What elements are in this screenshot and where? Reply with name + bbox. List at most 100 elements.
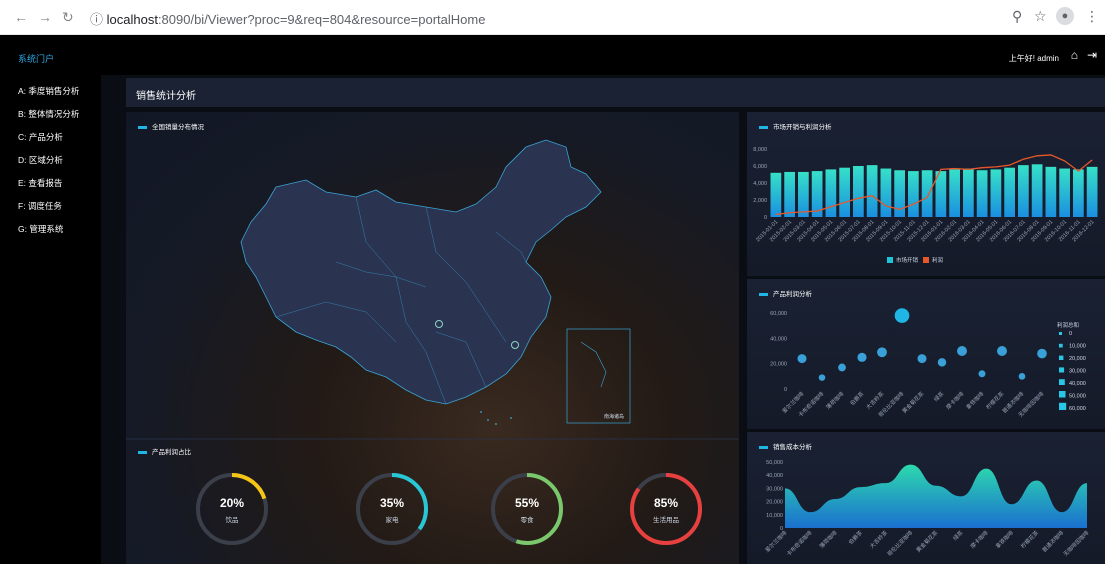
- profit-chart: 60,00040,00020,0000爱尔兰咖啡卡布奇诺咖啡 薄荷咖啡 伯爵茶 大吉岭…: [770, 308, 1086, 419]
- y-tick-label: 0: [764, 215, 767, 221]
- bubble-legend-label: 10,000: [1069, 344, 1086, 350]
- bar-market[interactable]: [770, 172, 782, 217]
- bubble-legend-swatch: [1059, 367, 1065, 373]
- sidebar-item-region[interactable]: D: 区域分析: [18, 154, 63, 166]
- bubble-point[interactable]: [894, 308, 910, 323]
- sidebar-item-quarterly-sales[interactable]: A: 季度销售分析: [18, 85, 79, 97]
- bar-market[interactable]: [839, 167, 850, 217]
- profile-icon[interactable]: ●: [1056, 7, 1074, 25]
- bar-market[interactable]: [1086, 166, 1098, 217]
- x-tick-label: 黄金菊花茶: [914, 528, 939, 553]
- bubble-point[interactable]: [997, 346, 1007, 356]
- sidebar-item-product[interactable]: C: 产品分析: [18, 131, 63, 143]
- donut-daily-pct: 85%: [654, 496, 678, 510]
- legend-label-market: 市场开销: [896, 256, 919, 264]
- bar-market[interactable]: [963, 168, 974, 217]
- x-tick-label: 绿茶: [951, 528, 965, 542]
- greeting-text: 上午好! admin: [1008, 54, 1059, 63]
- sidebar-item-reports[interactable]: E: 查看报告: [18, 177, 62, 189]
- y-tick-label: 8,000: [753, 147, 767, 153]
- sidebar-item-admin[interactable]: G: 管理系统: [18, 223, 63, 235]
- bubble-point[interactable]: [937, 358, 947, 367]
- bar-market[interactable]: [825, 169, 837, 217]
- x-tick-label: 薄荷咖啡: [824, 389, 846, 411]
- legend-swatch-profit: [923, 257, 929, 263]
- brand-link[interactable]: 系统门户: [18, 52, 54, 65]
- bubble-point[interactable]: [857, 352, 867, 362]
- y-tick-label: 4,000: [753, 181, 767, 187]
- donut-drink-pct: 20%: [220, 496, 244, 510]
- area-cost[interactable]: [785, 464, 1087, 528]
- bubble-point[interactable]: [797, 354, 807, 364]
- bubble-point[interactable]: [877, 347, 887, 358]
- y-tick-label: 40,000: [770, 336, 787, 342]
- donut-snack-pct: 55%: [515, 496, 539, 510]
- x-tick-label: 摩卡咖啡: [969, 528, 991, 550]
- y-tick-label: 20,000: [766, 500, 783, 506]
- y-tick-label: 40,000: [766, 473, 783, 479]
- legend-label-profit: 利润: [932, 256, 944, 264]
- x-tick-label: 普通浓咖啡: [1040, 528, 1065, 553]
- zoom-icon[interactable]: ⚲: [1012, 8, 1022, 25]
- bookmark-star-icon[interactable]: ☆: [1034, 8, 1047, 25]
- bubble-point[interactable]: [957, 346, 967, 356]
- bar-market[interactable]: [1073, 169, 1084, 217]
- bar-market[interactable]: [1045, 166, 1057, 217]
- page-title-bar: 销售统计分析: [126, 78, 1105, 107]
- sidebar: A: 季度销售分析 B: 整体情况分析 C: 产品分析 D: 区域分析 E: 查…: [0, 75, 101, 564]
- line-profit[interactable]: [775, 154, 1093, 216]
- bar-market[interactable]: [949, 169, 960, 217]
- x-tick-label: 伯爵茶: [848, 389, 866, 407]
- bubble-legend-title: 利润总和: [1057, 321, 1079, 329]
- bar-market[interactable]: [990, 169, 1002, 217]
- home-icon[interactable]: ⌂: [1071, 48, 1078, 62]
- menu-kebab-icon[interactable]: ⋮: [1085, 8, 1099, 25]
- bubble-point[interactable]: [838, 363, 846, 372]
- bubble-point[interactable]: [917, 354, 927, 364]
- x-tick-label: 绿茶: [932, 389, 946, 403]
- bar-market[interactable]: [976, 170, 988, 217]
- bubble-point[interactable]: [818, 374, 826, 381]
- bar-market[interactable]: [908, 171, 919, 217]
- bubble-point[interactable]: [1018, 373, 1026, 380]
- bar-market[interactable]: [798, 171, 809, 217]
- x-tick-label: 拿铁咖啡: [994, 528, 1016, 550]
- y-tick-label: 10,000: [766, 513, 783, 519]
- x-tick-label: 无咖啡因咖啡: [1061, 528, 1090, 557]
- back-icon[interactable]: ←: [14, 9, 28, 25]
- logout-icon[interactable]: ⇥: [1087, 48, 1097, 62]
- address-bar[interactable]: ⓘ localhost:8090/bi/Viewer?proc=9&req=80…: [90, 9, 485, 28]
- bar-market[interactable]: [853, 166, 864, 217]
- x-tick-label: 伯爵茶: [847, 528, 865, 546]
- bar-market[interactable]: [784, 171, 795, 217]
- y-tick-label: 60,000: [770, 311, 787, 317]
- donut-daily-label: 生活用品: [653, 515, 679, 524]
- bar-market[interactable]: [1004, 167, 1015, 217]
- bar-market[interactable]: [880, 168, 892, 217]
- bubble-legend-label: 50,000: [1069, 394, 1086, 400]
- profit-panel: 产品利润分析 60,000 40,000 20,000 0 爱尔兰咖啡 卡布奇诺咖啡 薄荷咖…: [747, 279, 1105, 429]
- bar-market[interactable]: [1031, 164, 1043, 217]
- bubble-legend-swatch: [1059, 391, 1066, 398]
- y-tick-label: 50,000: [766, 460, 783, 466]
- app-header: 系统门户 上午好! admin ⌂ ⇥: [0, 35, 1105, 75]
- bar-market[interactable]: [1018, 165, 1029, 217]
- info-icon[interactable]: ⓘ: [90, 12, 107, 27]
- sidebar-item-schedule[interactable]: F: 调度任务: [18, 200, 62, 212]
- reload-icon[interactable]: ↻: [62, 9, 74, 26]
- bar-market[interactable]: [1059, 168, 1070, 217]
- bubble-point[interactable]: [978, 370, 986, 378]
- sidebar-item-overall[interactable]: B: 整体情况分析: [18, 108, 79, 120]
- bubble-legend-label: 0: [1069, 331, 1072, 337]
- bar-market[interactable]: [921, 170, 933, 217]
- y-tick-label: 0: [784, 387, 787, 393]
- forward-icon[interactable]: →: [38, 9, 52, 25]
- china-map-shape[interactable]: [240, 139, 602, 405]
- bubble-legend-swatch: [1059, 402, 1067, 410]
- bubble-point[interactable]: [1037, 348, 1047, 359]
- donut-snack: 55% 零食: [491, 473, 563, 545]
- bar-market[interactable]: [866, 165, 878, 217]
- url-path: :8090/bi/Viewer?proc=9&req=804&resource=…: [157, 12, 486, 27]
- donut-drink-label: 饮品: [226, 515, 239, 524]
- x-tick-label: 爱尔兰咖啡: [763, 528, 788, 553]
